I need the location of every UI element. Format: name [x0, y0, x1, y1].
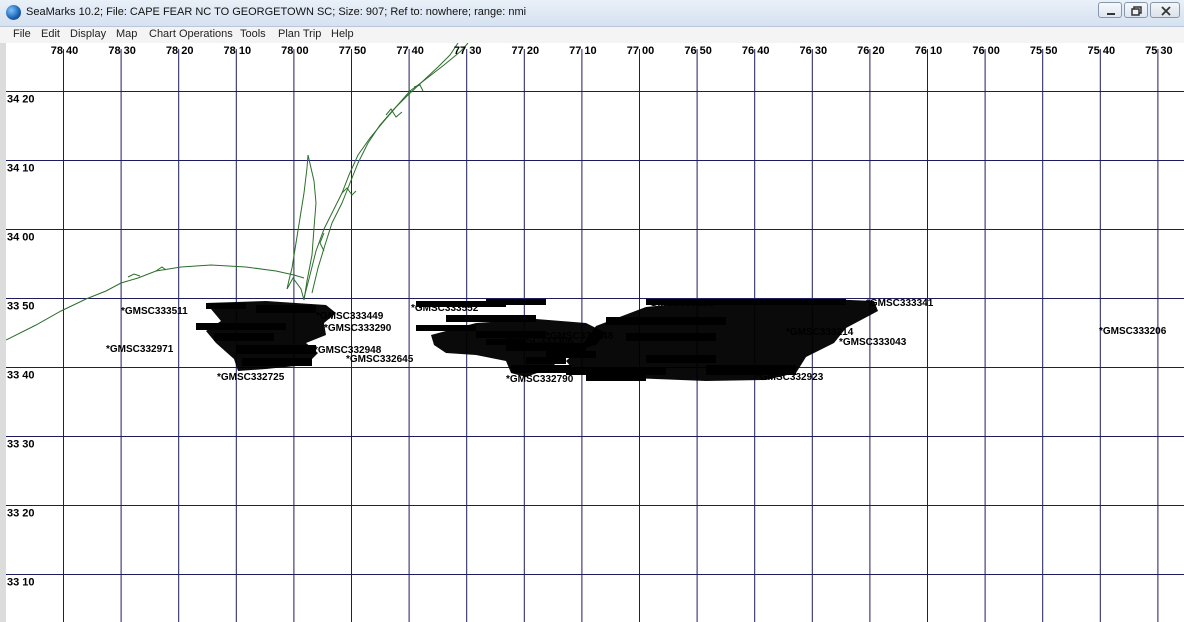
- marker-cluster: [646, 355, 716, 363]
- longitude-label: 76 00: [972, 45, 1000, 57]
- longitude-label: 78 40: [51, 45, 79, 57]
- maximize-button[interactable]: [1124, 2, 1148, 18]
- latitude-labels: 34 20 34 10 34 00 33 50 33 40 33 30 33 20 33 10: [7, 94, 35, 589]
- marker-cluster: [511, 365, 571, 373]
- marker-label[interactable]: *GMSC332725: [217, 372, 285, 383]
- menu-help[interactable]: Help: [331, 28, 354, 40]
- marker-cluster: [486, 299, 546, 305]
- menu-display[interactable]: Display: [70, 28, 106, 40]
- marker-label[interactable]: *GMSC333511: [121, 306, 188, 317]
- globe-icon: [6, 5, 21, 20]
- marker-label[interactable]: *GMSC333552: [411, 303, 479, 314]
- marker-cluster: [242, 358, 312, 366]
- restore-icon: [1131, 6, 1142, 16]
- latitude-label: 34 20: [7, 94, 35, 106]
- longitude-label: 77 20: [512, 45, 540, 57]
- longitude-label: 77 10: [569, 45, 597, 57]
- marker-label[interactable]: *GMSC333449: [316, 311, 384, 322]
- longitude-labels: 78 40 78 30 78 20 78 10 78 00 77 50 77 40 77 30…: [51, 45, 1173, 57]
- marker-label[interactable]: *GMSC333214: [786, 327, 854, 338]
- menu-tools[interactable]: Tools: [240, 28, 266, 40]
- marker-label[interactable]: *GMSC333290: [324, 323, 392, 334]
- marker-label[interactable]: *GMSC333206: [1099, 326, 1167, 337]
- longitude-label: 77 50: [339, 45, 367, 57]
- longitude-label: 78 30: [108, 45, 136, 57]
- menu-map[interactable]: Map: [116, 28, 137, 40]
- latitude-label: 33 50: [7, 301, 35, 313]
- latitude-label: 34 10: [7, 163, 35, 175]
- coastline-barrier-island: [311, 43, 459, 294]
- longitude-label: 76 30: [800, 45, 828, 57]
- marker-cluster: [214, 333, 274, 341]
- latitude-label: 33 40: [7, 370, 35, 382]
- longitude-label: 77 40: [396, 45, 424, 57]
- title-bar: SeaMarks 10.2; File: CAPE FEAR NC TO GEO…: [0, 0, 1184, 27]
- marker-label[interactable]: *GMSC332923: [756, 372, 824, 383]
- minimize-button[interactable]: [1098, 2, 1122, 18]
- marker-label[interactable]: *GMSC332971: [106, 344, 174, 355]
- marker-cluster: [526, 357, 566, 364]
- menu-edit[interactable]: Edit: [41, 28, 60, 40]
- coastline-river-banks: [303, 43, 469, 299]
- window-title: SeaMarks 10.2; File: CAPE FEAR NC TO GEO…: [26, 6, 527, 18]
- latitude-label: 34 00: [7, 232, 35, 244]
- longitude-label: 78 00: [281, 45, 309, 57]
- longitude-label: 78 10: [224, 45, 252, 57]
- longitude-label: 77 30: [454, 45, 482, 57]
- marker-label[interactable]: *GMSC332645: [346, 354, 414, 365]
- longitude-label: 76 50: [684, 45, 712, 57]
- longitude-label: 76 20: [857, 45, 885, 57]
- longitude-label: 75 30: [1145, 45, 1173, 57]
- marker-cluster: [196, 323, 286, 330]
- marker-cluster: [606, 317, 726, 325]
- marker-cluster: [256, 305, 316, 313]
- menu-plan-trip[interactable]: Plan Trip: [278, 28, 321, 40]
- latitude-label: 33 30: [7, 439, 35, 451]
- latitude-label: 33 20: [7, 508, 35, 520]
- longitude-label: 76 40: [742, 45, 770, 57]
- coastline-inlet-details: [127, 84, 424, 278]
- longitude-label: 75 50: [1030, 45, 1058, 57]
- marker-cluster: [626, 333, 716, 341]
- minimize-icon: [1107, 13, 1115, 15]
- latitude-label: 33 10: [7, 577, 35, 589]
- longitude-label: 76 10: [915, 45, 943, 57]
- marker-cluster: [586, 373, 646, 381]
- marker-cluster: [546, 351, 596, 358]
- chart-canvas[interactable]: 78 40 78 30 78 20 78 10 78 00 77 50 77 40 77 30…: [6, 43, 1184, 622]
- marker-label[interactable]: *GMSC333201: [646, 298, 714, 309]
- marker-cluster: [206, 303, 246, 309]
- marker-cluster: [446, 315, 536, 322]
- marker-cluster: [416, 325, 476, 331]
- menu-file[interactable]: File: [13, 28, 31, 40]
- menu-bar: File Edit Display Map Chart Operations T…: [0, 27, 1184, 43]
- coastline: [6, 43, 469, 341]
- close-icon: [1161, 6, 1171, 16]
- longitude-label: 77 00: [627, 45, 655, 57]
- marker-label[interactable]: *GMSC333341: [866, 298, 934, 309]
- longitude-label: 75 40: [1088, 45, 1116, 57]
- coastline-cape-fear-peninsula: [286, 154, 317, 301]
- longitude-label: 78 20: [166, 45, 194, 57]
- marker-label[interactable]: *GMSC332148: [546, 331, 614, 342]
- menu-chart-operations[interactable]: Chart Operations: [149, 28, 233, 40]
- close-button[interactable]: [1150, 2, 1180, 18]
- marker-label[interactable]: *GMSC333043: [839, 337, 907, 348]
- marker-label[interactable]: *GMSC332790: [506, 374, 574, 385]
- nautical-chart[interactable]: 78 40 78 30 78 20 78 10 78 00 77 50 77 40 77 30…: [6, 43, 1184, 622]
- marker-cluster: [236, 345, 316, 354]
